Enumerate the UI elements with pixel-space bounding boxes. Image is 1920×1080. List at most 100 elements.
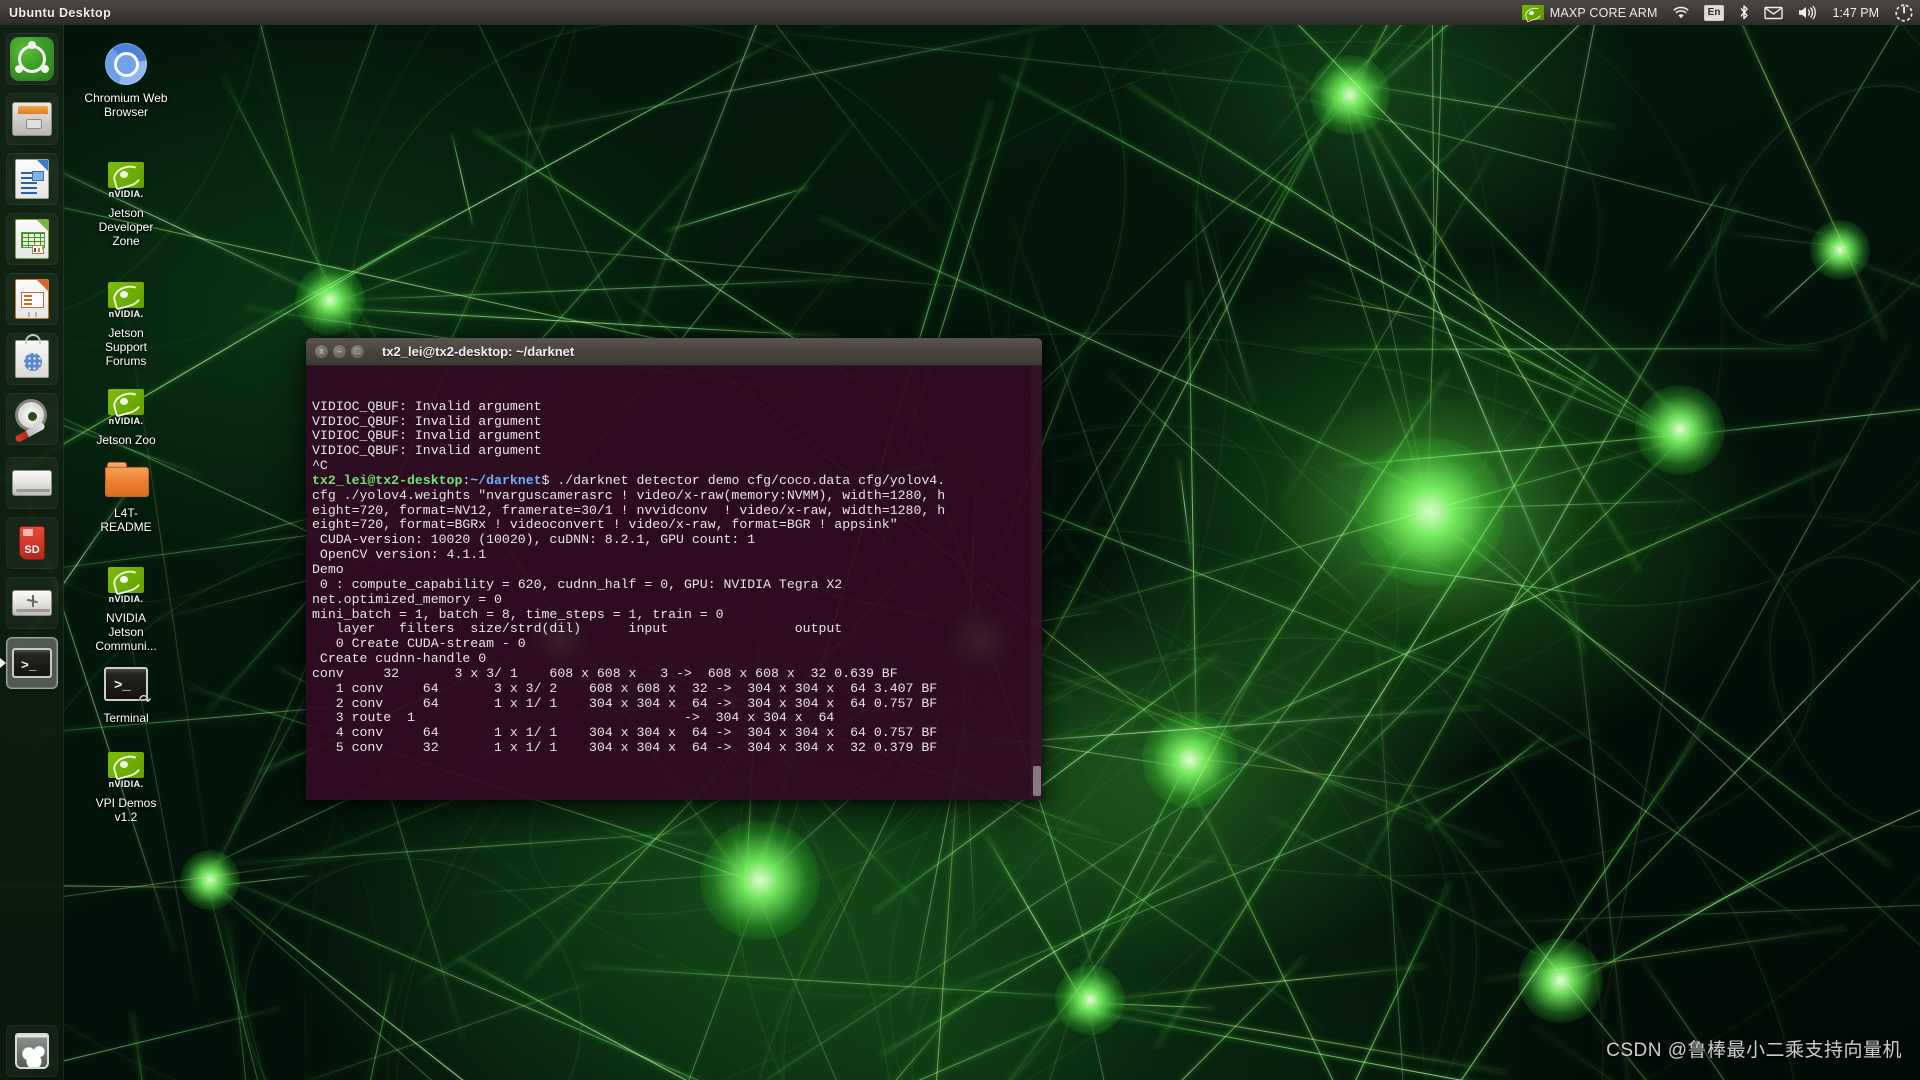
- wallpaper-node: [1055, 965, 1125, 1035]
- terminal-scrollbar[interactable]: [1031, 366, 1042, 800]
- wallpaper-strand: [470, 1006, 1087, 1080]
- launcher-item-trash[interactable]: [6, 1025, 58, 1077]
- launcher-item-system-settings[interactable]: [6, 393, 58, 445]
- launcher-item-software-center[interactable]: [6, 333, 58, 385]
- wallpaper-strand: [1491, 893, 1920, 923]
- terminal-output[interactable]: VIDIOC_QBUF: Invalid argument VIDIOC_QBUF…: [306, 366, 1042, 800]
- wallpaper-strand: [1149, 0, 1683, 421]
- nvidia-icon: nVIDIA.: [78, 155, 174, 203]
- wallpaper-strand: [1095, 965, 1426, 1002]
- tray-bluetooth[interactable]: [1731, 0, 1757, 25]
- tray-clock[interactable]: 1:47 PM: [1823, 6, 1888, 20]
- desktop-icon-l4t-readme[interactable]: L4T- README: [78, 455, 174, 534]
- wallpaper-node: [1355, 437, 1505, 587]
- terminal-scrollbar-thumb[interactable]: [1033, 766, 1041, 796]
- launcher-item-files[interactable]: [6, 93, 58, 145]
- wallpaper-node: [1810, 220, 1870, 280]
- launcher-item-ubuntu-dash[interactable]: [6, 33, 58, 85]
- wallpaper-strand: [1057, 956, 1306, 1080]
- spreadsheet-icon: [15, 219, 49, 259]
- wallpaper-strand: [1763, 252, 1837, 320]
- wallpaper-strand: [1652, 341, 1911, 808]
- wallpaper-strand: [485, 23, 1064, 142]
- wallpaper-strand: [1087, 1006, 1140, 1080]
- gear-wrench-icon: [12, 400, 52, 444]
- terminal-title: tx2_lei@tx2-desktop: ~/darknet: [382, 344, 575, 359]
- wallpaper-strand: [1431, 0, 1436, 353]
- unity-launcher: SD >_: [0, 25, 64, 1080]
- wallpaper-strand: [1727, 233, 1851, 249]
- desktop-icon-jetson-developer-zone[interactable]: nVIDIA. Jetson Developer Zone: [78, 155, 174, 248]
- wallpaper-strand: [511, 0, 938, 232]
- wallpaper-strand: [1320, 427, 1693, 793]
- launcher-item-disk-drive[interactable]: [6, 457, 58, 509]
- launcher-item-libreoffice-impress[interactable]: [6, 273, 58, 325]
- presentation-icon: [15, 279, 49, 319]
- desktop-icon-label: Jetson Support Forums: [104, 326, 148, 368]
- wallpaper-strand: [1344, 83, 1586, 654]
- desktop-icon-label: NVIDIA Jetson Communi...: [95, 611, 157, 653]
- nvidia-icon: nVIDIA.: [78, 560, 174, 608]
- tray-volume[interactable]: [1790, 0, 1823, 25]
- wallpaper-arc: [1120, 0, 1920, 689]
- tray-session-menu[interactable]: [1888, 0, 1920, 25]
- wallpaper-strand: [1375, 636, 1425, 1080]
- wallpaper-strand: [470, 870, 770, 894]
- wallpaper-strand: [1358, 216, 1675, 435]
- wallpaper-strand: [335, 278, 854, 302]
- launcher-item-terminal[interactable]: >_: [0, 637, 58, 689]
- wallpaper-strand: [203, 869, 284, 1080]
- panel-title[interactable]: Ubuntu Desktop: [9, 6, 111, 20]
- desktop-icon-label: Jetson Zoo: [96, 433, 156, 447]
- wallpaper-strand: [219, 874, 315, 886]
- launcher-item-sd-card[interactable]: SD: [6, 517, 58, 569]
- launcher-item-libreoffice-writer[interactable]: [6, 153, 58, 205]
- tray-wifi[interactable]: [1665, 0, 1697, 25]
- tray-nvidia-power-mode[interactable]: MAXP CORE ARM: [1515, 0, 1665, 25]
- maximize-button[interactable]: □: [350, 344, 365, 359]
- wallpaper-strand: [457, 956, 828, 1080]
- wallpaper-strand: [1183, 769, 1499, 1080]
- terminal-line: eight=720, format=BGRx ! videoconvert ! …: [312, 517, 898, 533]
- tray-messaging[interactable]: [1757, 0, 1790, 25]
- wallpaper-strand: [794, 996, 968, 1080]
- desktop-icon-nvidia-jetson-community[interactable]: nVIDIA. NVIDIA Jetson Communi...: [78, 560, 174, 653]
- launcher-item-usb-drive[interactable]: [6, 577, 58, 629]
- wallpaper-strand: [1284, 145, 1498, 501]
- tray-nvidia-label: MAXP CORE ARM: [1549, 5, 1658, 20]
- wallpaper-strand: [1339, 432, 1694, 467]
- terminal-window[interactable]: x – □ tx2_lei@tx2-desktop: ~/darknet VID…: [306, 338, 1042, 800]
- wallpaper-arc: [1729, 522, 1920, 861]
- wallpaper-strand: [985, 834, 1087, 1009]
- file-cabinet-icon: [12, 102, 52, 136]
- wallpaper-strand: [1547, 470, 1920, 968]
- wallpaper-strand: [513, 996, 1092, 1080]
- desktop-icon-label: Jetson Developer Zone: [98, 206, 154, 248]
- wallpaper-node: [1517, 937, 1603, 1023]
- wallpaper-strand: [1541, 0, 1708, 296]
- terminal-command: $ ./darknet detector demo cfg/coco.data …: [541, 472, 946, 488]
- wallpaper-strand: [1426, 0, 1449, 504]
- minimize-button[interactable]: –: [332, 344, 347, 359]
- desktop-icon-chromium[interactable]: Chromium Web Browser: [78, 40, 174, 119]
- desktop-icon-vpi-demos[interactable]: nVIDIA. VPI Demos v1.2: [78, 745, 174, 824]
- wallpaper-strand: [1102, 1003, 1216, 1009]
- sd-card-icon: SD: [19, 526, 45, 560]
- launcher-item-libreoffice-calc[interactable]: [6, 213, 58, 265]
- wallpaper-strand: [1178, 457, 1193, 560]
- terminal-line: VIDIOC_QBUF: Invalid argument: [312, 398, 542, 414]
- wallpaper-strand: [1128, 84, 1684, 443]
- desktop-icon-jetson-zoo[interactable]: nVIDIA. Jetson Zoo: [78, 382, 174, 447]
- tray-keyboard-layout[interactable]: En: [1697, 0, 1732, 25]
- wallpaper-node: [700, 820, 820, 940]
- wallpaper-strand: [1351, 560, 1606, 598]
- wallpaper-strand: [1349, 88, 1641, 572]
- desktop-icon-terminal[interactable]: >_ ↷ Terminal: [78, 660, 174, 725]
- terminal-line: 2 conv 64 1 x 1/ 1 304 x 304 x 64 -> 304…: [312, 695, 938, 711]
- terminal-titlebar[interactable]: x – □ tx2_lei@tx2-desktop: ~/darknet: [306, 338, 1042, 366]
- close-button[interactable]: x: [314, 344, 329, 359]
- wallpaper-strand: [1278, 91, 1846, 240]
- terminal-line: cfg ./yolov4.weights "nvarguscamerasrc !…: [312, 487, 946, 503]
- desktop-icon-jetson-support-forums[interactable]: nVIDIA. Jetson Support Forums: [78, 275, 174, 368]
- terminal-line: 0 : compute_capability = 620, cudnn_half…: [312, 576, 843, 592]
